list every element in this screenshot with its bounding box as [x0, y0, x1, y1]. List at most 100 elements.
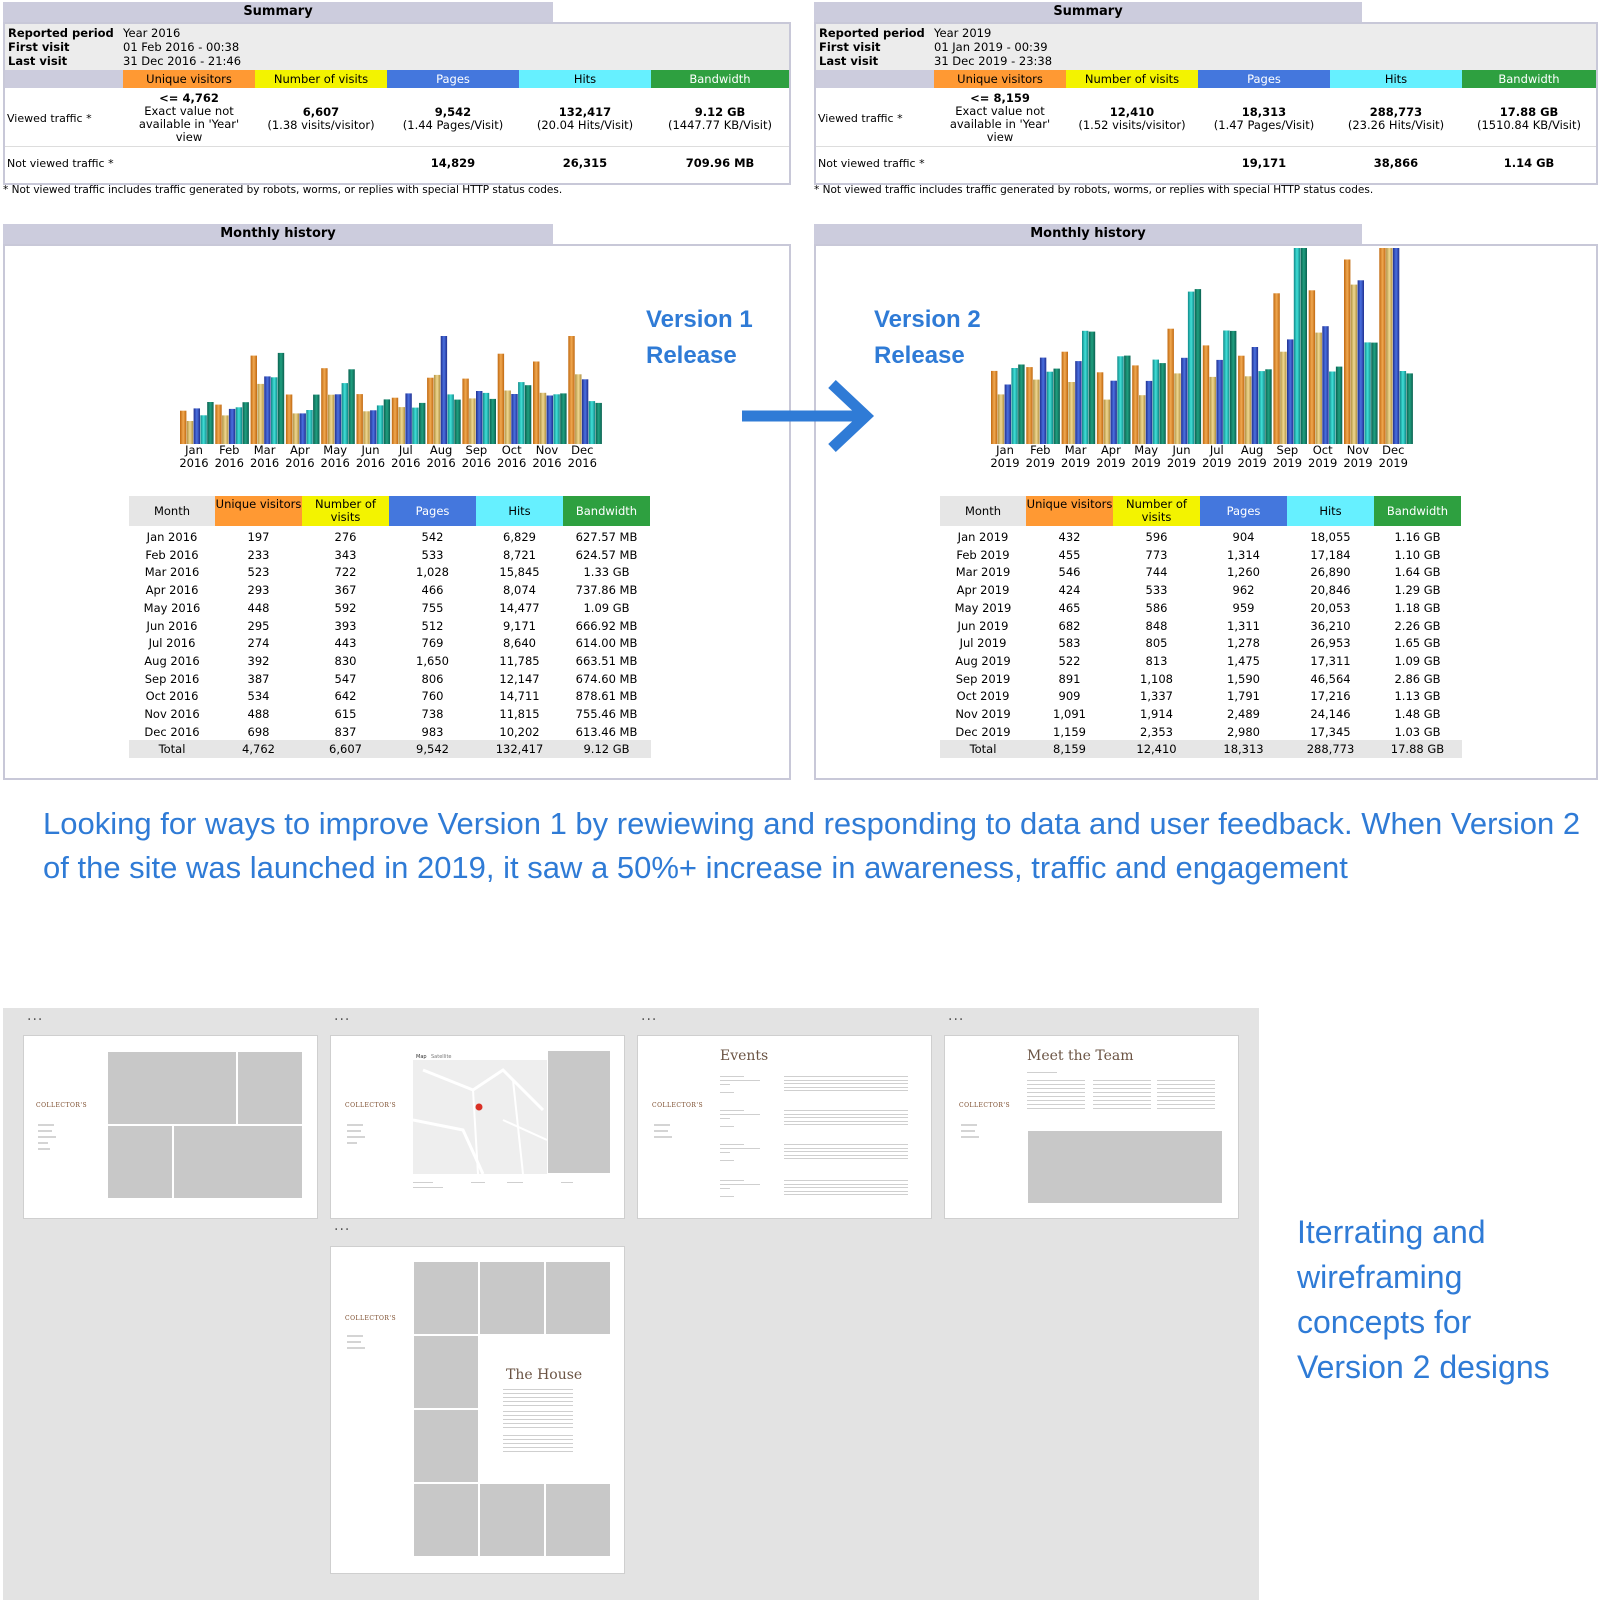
bandwidth-cell: 9.12 GB (1447.77 KB/Visit)	[668, 105, 772, 132]
wireframe-house[interactable]: COLLECTOR'S The House	[330, 1246, 625, 1574]
col-header-month: Month	[129, 496, 215, 526]
bar-hits	[447, 394, 454, 444]
bar-number-of-visits	[997, 394, 1005, 444]
bar-hits	[271, 377, 278, 444]
bar-hits	[1223, 330, 1230, 444]
bar-number-of-visits	[539, 392, 547, 444]
wireframe-map[interactable]: COLLECTOR'S Map Satellite	[330, 1035, 625, 1219]
bar-bandwidth	[560, 393, 567, 444]
wireframe-events[interactable]: Events COLLECTOR'S	[637, 1035, 932, 1219]
x-tick-label: Jul 2019	[1202, 443, 1232, 470]
label-viewed: Viewed traffic *	[7, 112, 92, 125]
bar-unique-visitors	[568, 336, 575, 444]
bar-unique-visitors	[1344, 259, 1351, 444]
x-tick-label: Apr 2019	[1096, 443, 1126, 470]
logo: COLLECTOR'S	[345, 1102, 397, 1109]
bar-unique-visitors	[497, 353, 505, 444]
value-first-visit: 01 Jan 2019 - 00:39	[934, 40, 1048, 54]
bar-pages	[228, 408, 236, 444]
bar-number-of-visits	[257, 383, 264, 444]
bar-unique-visitors	[321, 368, 328, 444]
table-row: Feb 2016 233 343 533 8,721 624.57 MB	[145, 547, 638, 562]
map-tab-map[interactable]: Map	[416, 1054, 427, 1060]
x-tick-label: Oct 2019	[1308, 443, 1338, 470]
bar-bandwidth	[383, 399, 391, 444]
bar-bandwidth	[1371, 342, 1378, 444]
bar-hits	[341, 383, 348, 444]
x-tick-label: Sep 2019	[1272, 443, 1303, 470]
frame-menu-dots[interactable]: ...	[334, 1218, 350, 1234]
header-bandwidth: Bandwidth	[651, 70, 789, 88]
nv-bandwidth: 1.14 GB	[1503, 156, 1555, 170]
frame-menu-dots[interactable]: ...	[334, 1008, 350, 1024]
label-not-viewed: Not viewed traffic *	[7, 157, 114, 170]
bar-unique-visitors	[1132, 365, 1139, 444]
bar-pages	[476, 391, 483, 444]
bar-hits	[200, 415, 207, 444]
visits-cell: 6,607 (1.38 visits/visitor)	[267, 105, 375, 132]
x-tick-label: Jun 2016	[355, 443, 386, 470]
bar-bandwidth	[524, 385, 532, 444]
bar-unique-visitors	[1096, 372, 1104, 444]
bar-pages	[1357, 280, 1364, 444]
bar-bandwidth	[348, 369, 355, 444]
x-tick-label: Dec 2019	[1378, 443, 1408, 470]
header-pages: Pages	[387, 70, 519, 88]
table-row: Sep 2016 387 547 806 12,147 674.60 MB	[144, 671, 638, 686]
header-bandwidth: Bandwidth	[1462, 70, 1596, 88]
monthly-table: Month Unique visitors Number of visits Page…	[940, 496, 1476, 776]
bandwidth-cell: 17.88 GB (1510.84 KB/Visit)	[1477, 105, 1581, 132]
bar-hits	[1329, 371, 1336, 444]
bar-number-of-visits	[1350, 284, 1358, 444]
frame-menu-dots[interactable]: ...	[641, 1008, 657, 1024]
side-caption: Iterrating and wireframing concepts for …	[1297, 1214, 1550, 1385]
col-header-unique: Unique visitors	[1026, 496, 1113, 526]
frame-menu-dots[interactable]: ...	[948, 1008, 964, 1024]
logo: COLLECTOR'S	[345, 1315, 397, 1322]
bar-unique-visitors	[391, 397, 399, 444]
total-row: Total 8,159 12,410 18,313 288,773 17.88 GB	[940, 740, 1462, 759]
bar-unique-visitors	[427, 377, 434, 444]
bar-bandwidth	[489, 398, 496, 444]
x-tick-label: Aug 2019	[1237, 443, 1267, 470]
col-header-month: Month	[940, 496, 1026, 526]
table-row: Jan 2019 432 596 904 18,055 1.16 GB	[957, 530, 1441, 544]
bar-bandwidth	[313, 394, 320, 444]
bar-pages	[1110, 380, 1117, 444]
nv-pages: 19,171	[1241, 156, 1287, 170]
release-label-v2: Version 2 Release	[874, 302, 981, 374]
bar-pages	[1322, 326, 1329, 444]
x-tick-label: Aug 2016	[426, 443, 456, 470]
bar-unique-visitors	[1061, 351, 1068, 444]
bar-hits	[482, 392, 490, 444]
bar-unique-visitors	[1202, 345, 1210, 444]
wireframe-team[interactable]: Meet the Team COLLECTOR'S	[944, 1035, 1239, 1219]
bar-bandwidth	[277, 352, 285, 444]
table-row: Oct 2016 534 642 760 14,711 878.61 MB	[145, 689, 638, 704]
bar-number-of-visits	[1174, 373, 1181, 444]
team-title: Meet the Team	[1027, 1048, 1134, 1064]
bar-number-of-visits	[398, 407, 405, 444]
table-row: Mar 2019 546 744 1,260 26,890 1.64 GB	[955, 565, 1441, 580]
bar-number-of-visits	[1386, 248, 1393, 444]
wireframe-gallery[interactable]: COLLECTOR'S	[23, 1035, 318, 1219]
bar-number-of-visits	[1068, 382, 1075, 444]
bar-bandwidth	[1335, 366, 1343, 444]
summary-box: Reported period Year 2019 First visit 01…	[814, 22, 1598, 185]
bar-number-of-visits	[186, 421, 194, 444]
frame-menu-dots[interactable]: ...	[27, 1008, 43, 1024]
release-v1-line1: Version 1	[646, 306, 753, 333]
map-embed[interactable]: Map Satellite	[413, 1050, 547, 1174]
visits-cell: 12,410 (1.52 visits/visitor)	[1078, 105, 1186, 132]
bar-number-of-visits	[292, 413, 300, 444]
value-last-visit: 31 Dec 2016 - 21:46	[123, 54, 242, 68]
bar-pages	[370, 410, 377, 444]
hits-cell: 132,417 (20.04 Hits/Visit)	[536, 105, 634, 132]
map-tab-satellite[interactable]: Satellite	[431, 1054, 451, 1060]
bar-unique-visitors	[991, 370, 998, 444]
table-row: Mar 2016 523 722 1,028 15,845 1.33 GB	[144, 565, 630, 580]
monthly-title: Monthly history	[3, 224, 553, 244]
table-row: Jun 2019 682 848 1,311 36,210 2.26 GB	[957, 618, 1441, 633]
bar-bandwidth	[1018, 364, 1025, 444]
header-blank	[5, 70, 123, 88]
